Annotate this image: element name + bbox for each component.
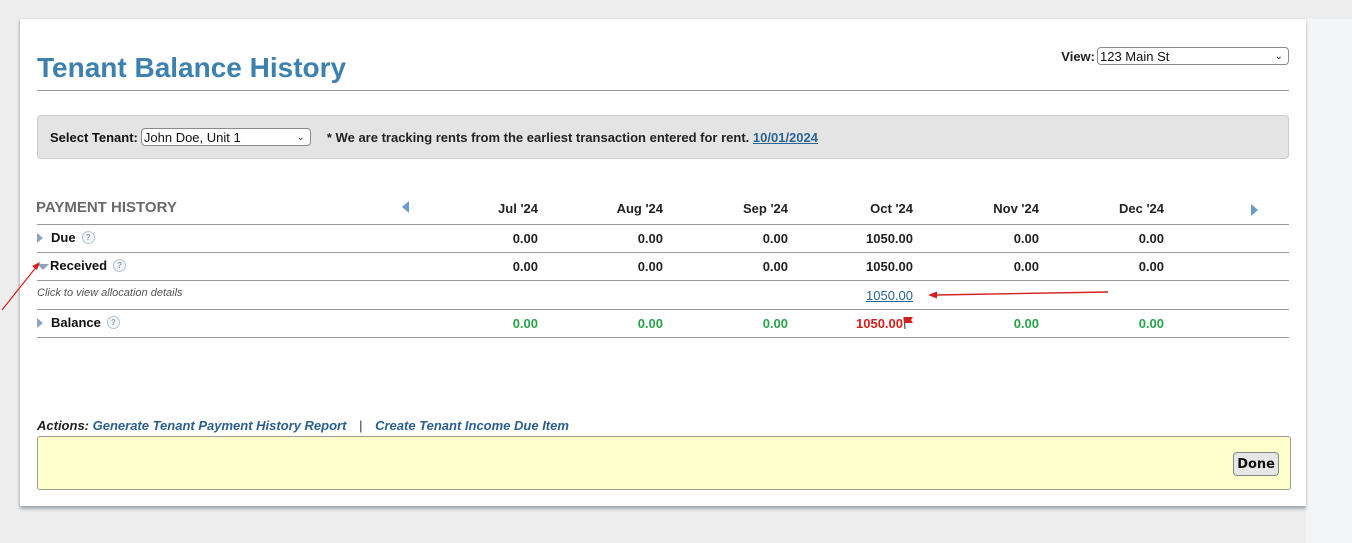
help-icon[interactable]: ?	[106, 316, 120, 329]
red-flag-icon	[903, 316, 913, 330]
tenant-label: Select Tenant:	[50, 129, 138, 145]
month-header: Nov '24	[993, 201, 1039, 216]
help-icon[interactable]: ?	[113, 259, 127, 272]
actions-label: Actions:	[37, 418, 89, 433]
row-divider	[37, 224, 1289, 225]
received-value: 0.00	[512, 259, 538, 274]
received-value: 1050.00	[866, 259, 913, 274]
page-background-top-right	[1306, 0, 1352, 19]
view-selector: View: 123 Main St ⌄	[1061, 47, 1289, 65]
month-header: Oct '24	[870, 201, 913, 216]
received-label: Received	[50, 258, 108, 273]
tracking-note-text: * We are tracking rents from the earlies…	[326, 129, 750, 145]
received-value: 0.00	[1013, 259, 1039, 274]
tenant-balance-history-panel: Tenant Balance History View: 123 Main St…	[20, 19, 1306, 506]
balance-value: 0.00	[762, 316, 788, 331]
balance-overdue-amount: 1050.00	[856, 316, 903, 331]
title-divider	[37, 90, 1289, 91]
create-income-due-item-link[interactable]: Create Tenant Income Due Item	[375, 418, 569, 433]
tenant-select-value: John Doe, Unit 1	[143, 130, 241, 145]
page-title: Tenant Balance History	[37, 52, 347, 83]
due-value: 0.00	[762, 231, 788, 246]
tracking-start-date-link[interactable]: 10/01/2024	[753, 130, 818, 145]
row-divider	[37, 337, 1289, 338]
chevron-down-icon: ⌄	[296, 132, 305, 143]
tenant-bar: Select Tenant: John Doe, Unit 1 ⌄ * We a…	[37, 115, 1289, 159]
expand-arrow-icon	[37, 317, 43, 328]
received-row-toggle[interactable]: Received ?	[37, 258, 127, 273]
received-value: 0.00	[637, 259, 663, 274]
due-row-toggle[interactable]: Due ?	[37, 230, 95, 245]
balance-value-overdue: 1050.00	[803, 316, 903, 331]
payment-history-title: PAYMENT HISTORY	[36, 199, 177, 216]
month-header: Sep '24	[742, 201, 788, 216]
month-header: Aug '24	[616, 201, 663, 216]
row-divider	[37, 309, 1289, 310]
actions-bar: Actions: Generate Tenant Payment History…	[37, 418, 569, 433]
done-button[interactable]: Done	[1233, 452, 1279, 476]
due-value: 1050.00	[866, 231, 913, 246]
row-divider	[37, 252, 1289, 253]
allocation-row: 1050.00	[813, 288, 913, 303]
balance-value: 0.00	[1138, 316, 1164, 331]
received-value: 0.00	[1138, 259, 1164, 274]
help-icon[interactable]: ?	[81, 231, 95, 244]
balance-row-toggle[interactable]: Balance ?	[37, 315, 120, 330]
due-value: 0.00	[512, 231, 538, 246]
view-label: View:	[1061, 48, 1095, 64]
balance-value: 0.00	[512, 316, 538, 331]
property-select[interactable]: 123 Main St ⌄	[1097, 47, 1289, 65]
balance-value: 0.00	[637, 316, 663, 331]
due-value: 0.00	[1138, 231, 1164, 246]
property-select-value: 123 Main St	[1100, 49, 1170, 64]
expand-arrow-icon	[37, 232, 43, 243]
due-value: 0.00	[1013, 231, 1039, 246]
month-header: Dec '24	[1118, 201, 1164, 216]
balance-value: 0.00	[1013, 316, 1039, 331]
row-divider	[37, 280, 1289, 281]
chevron-down-icon: ⌄	[1274, 51, 1283, 62]
next-months-arrow-icon[interactable]	[1251, 204, 1258, 216]
allocation-details-link[interactable]: 1050.00	[866, 288, 913, 303]
due-label: Due	[51, 230, 76, 245]
allocation-hint: Click to view allocation details	[37, 287, 183, 299]
month-header: Jul '24	[498, 201, 538, 216]
due-value: 0.00	[637, 231, 663, 246]
received-value: 0.00	[762, 259, 788, 274]
tenant-select[interactable]: John Doe, Unit 1 ⌄	[140, 128, 311, 146]
footer-box: Done	[37, 436, 1291, 490]
actions-separator: |	[359, 418, 363, 433]
previous-months-arrow-icon[interactable]	[402, 201, 409, 213]
page-background-right	[1306, 0, 1352, 543]
collapse-arrow-icon	[37, 263, 49, 270]
tracking-note: * We are tracking rents from the earlies…	[327, 130, 818, 145]
generate-payment-history-report-link[interactable]: Generate Tenant Payment History Report	[93, 418, 347, 433]
balance-label: Balance	[51, 315, 101, 330]
